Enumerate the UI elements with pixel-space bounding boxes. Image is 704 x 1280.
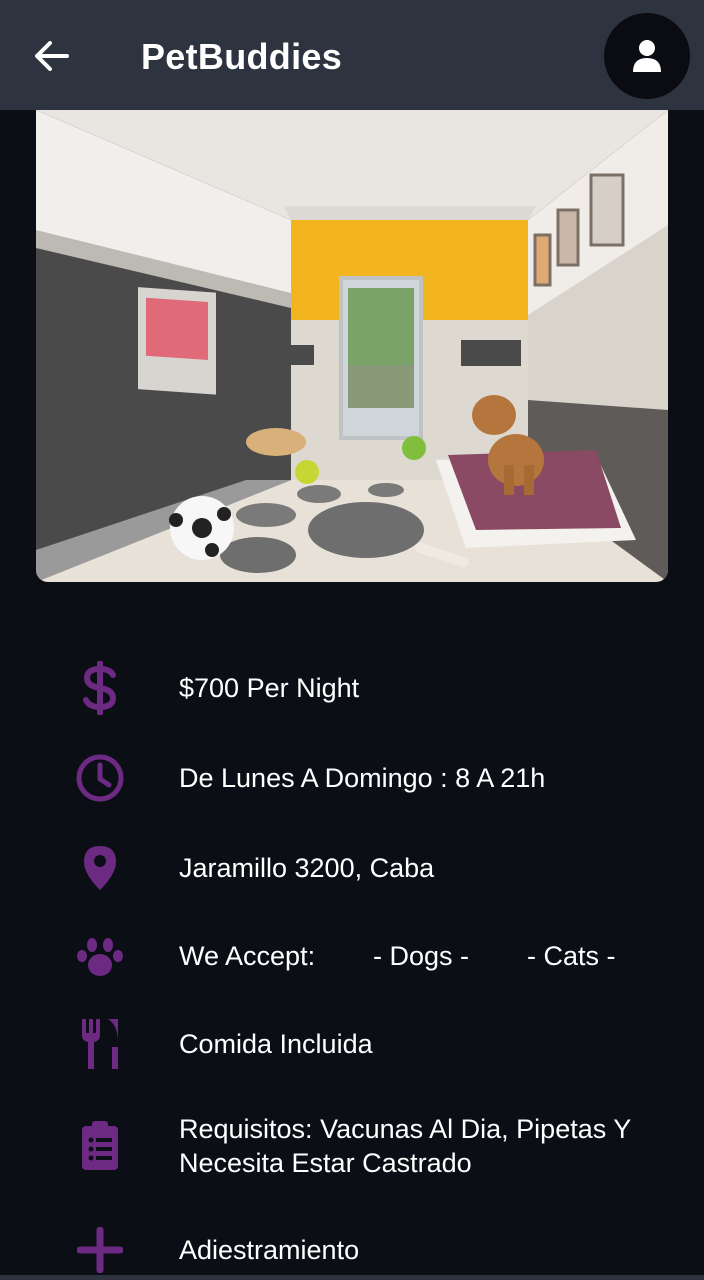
requirements-line-1: Requisitos: Vacunas Al Dia, Pipetas Y <box>179 1114 632 1144</box>
accept-item-cats: - Cats - <box>527 941 616 971</box>
app-header: PetBuddies <box>0 0 704 110</box>
clock-icon <box>72 750 128 806</box>
hotel-room-image <box>36 110 668 582</box>
requirements-text: Requisitos: Vacunas Al Dia, Pipetas Y Ne… <box>179 1112 631 1180</box>
accept-label: We Accept: <box>179 941 316 971</box>
schedule-text: De Lunes A Domingo : 8 A 21h <box>179 763 546 793</box>
food-text: Comida Incluida <box>179 1029 373 1059</box>
profile-button[interactable] <box>604 13 690 99</box>
user-icon <box>633 40 661 72</box>
location-text: Jaramillo 3200, Caba <box>179 853 435 883</box>
bottom-edge <box>0 1275 704 1280</box>
arrow-left-icon <box>35 41 69 71</box>
fork-knife-icon <box>72 1016 128 1072</box>
clipboard-icon <box>72 1118 128 1174</box>
accept-item-dogs: - Dogs - <box>373 941 470 971</box>
map-pin-icon <box>72 840 128 896</box>
dollar-icon <box>72 660 128 716</box>
price-text: $700 Per Night <box>179 673 360 703</box>
accept-text: We Accept: - Dogs - - Cats - <box>179 939 616 973</box>
plus-icon <box>72 1222 128 1278</box>
training-text: Adiestramiento <box>179 1235 360 1265</box>
requirements-line-2: Necesita Estar Castrado <box>179 1148 472 1178</box>
app-title: PetBuddies <box>141 36 343 77</box>
paw-icon <box>72 928 128 984</box>
back-button[interactable] <box>22 26 82 86</box>
